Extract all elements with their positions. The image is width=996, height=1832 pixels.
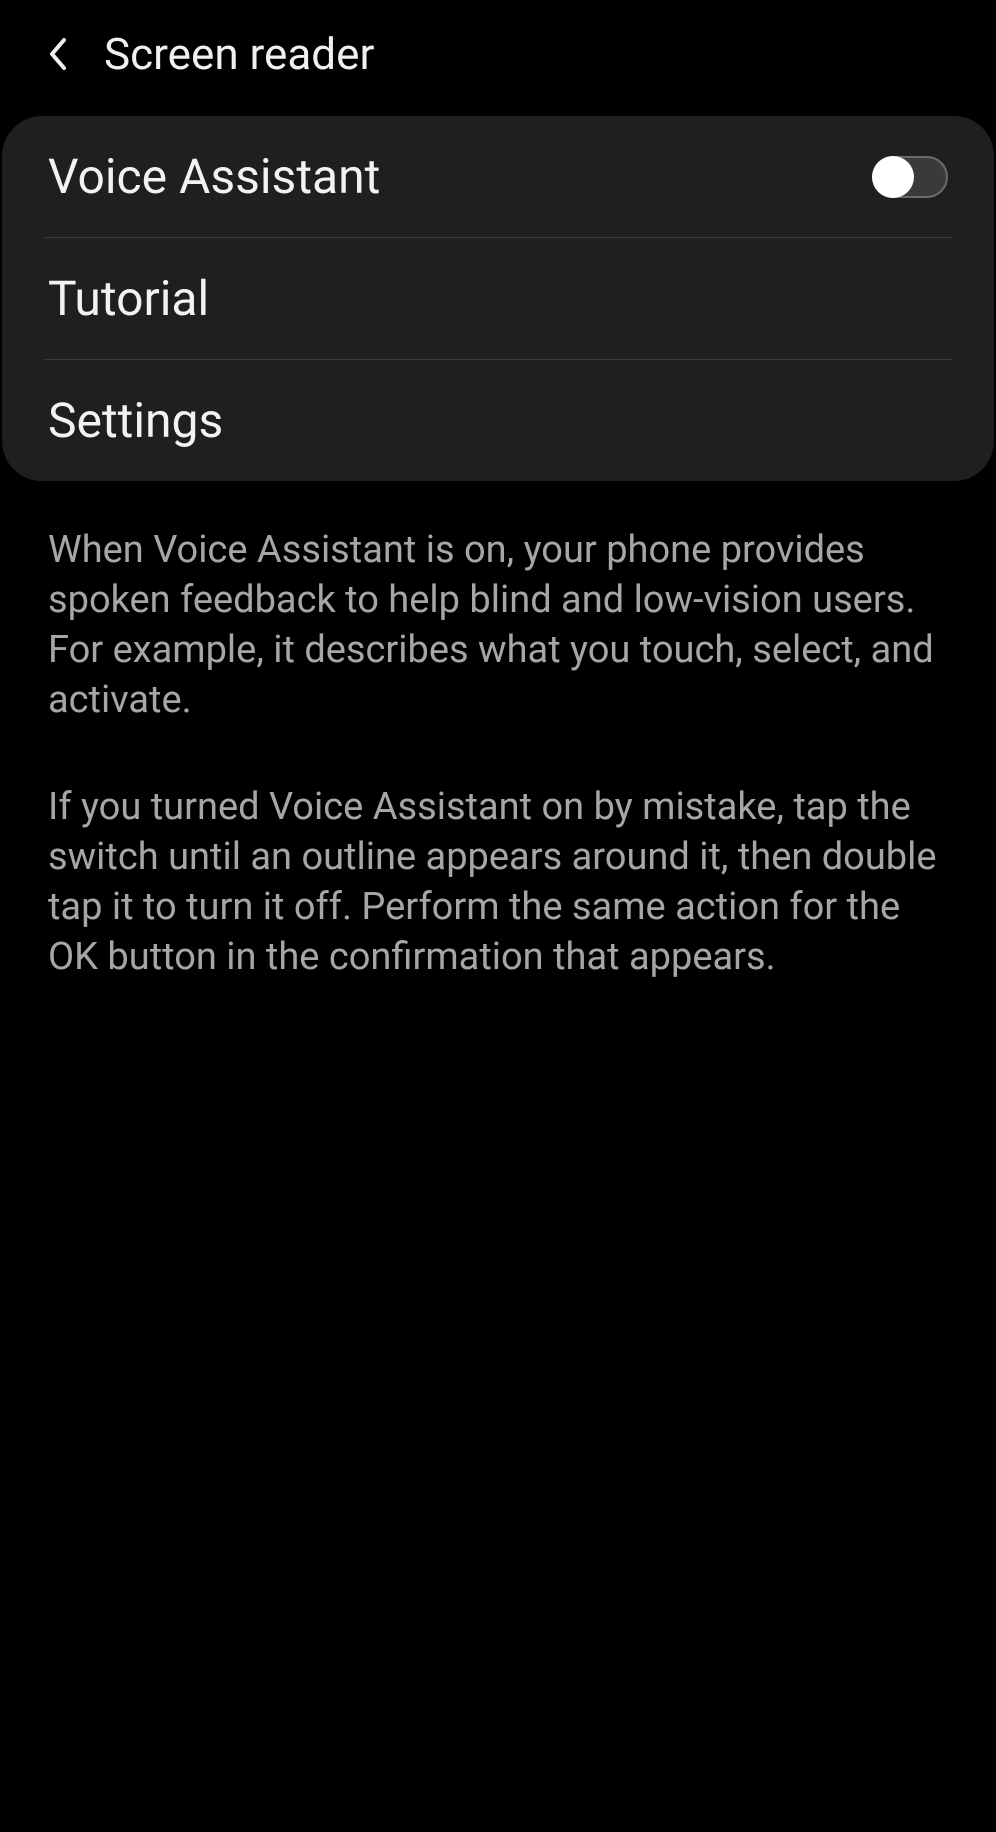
voice-assistant-item[interactable]: Voice Assistant: [2, 116, 994, 237]
tutorial-label: Tutorial: [48, 270, 209, 327]
tutorial-item[interactable]: Tutorial: [2, 238, 994, 359]
voice-assistant-toggle[interactable]: [872, 156, 948, 198]
description-text: When Voice Assistant is on, your phone p…: [0, 481, 996, 982]
header: Screen reader: [0, 0, 996, 108]
back-icon[interactable]: [44, 34, 72, 74]
page-title: Screen reader: [104, 28, 374, 80]
description-para-2: If you turned Voice Assistant on by mist…: [48, 782, 948, 983]
settings-card: Voice Assistant Tutorial Settings: [2, 116, 994, 481]
voice-assistant-label: Voice Assistant: [48, 148, 380, 205]
settings-item[interactable]: Settings: [2, 360, 994, 481]
description-para-1: When Voice Assistant is on, your phone p…: [48, 525, 948, 726]
settings-label: Settings: [48, 392, 223, 449]
toggle-knob: [872, 156, 914, 198]
